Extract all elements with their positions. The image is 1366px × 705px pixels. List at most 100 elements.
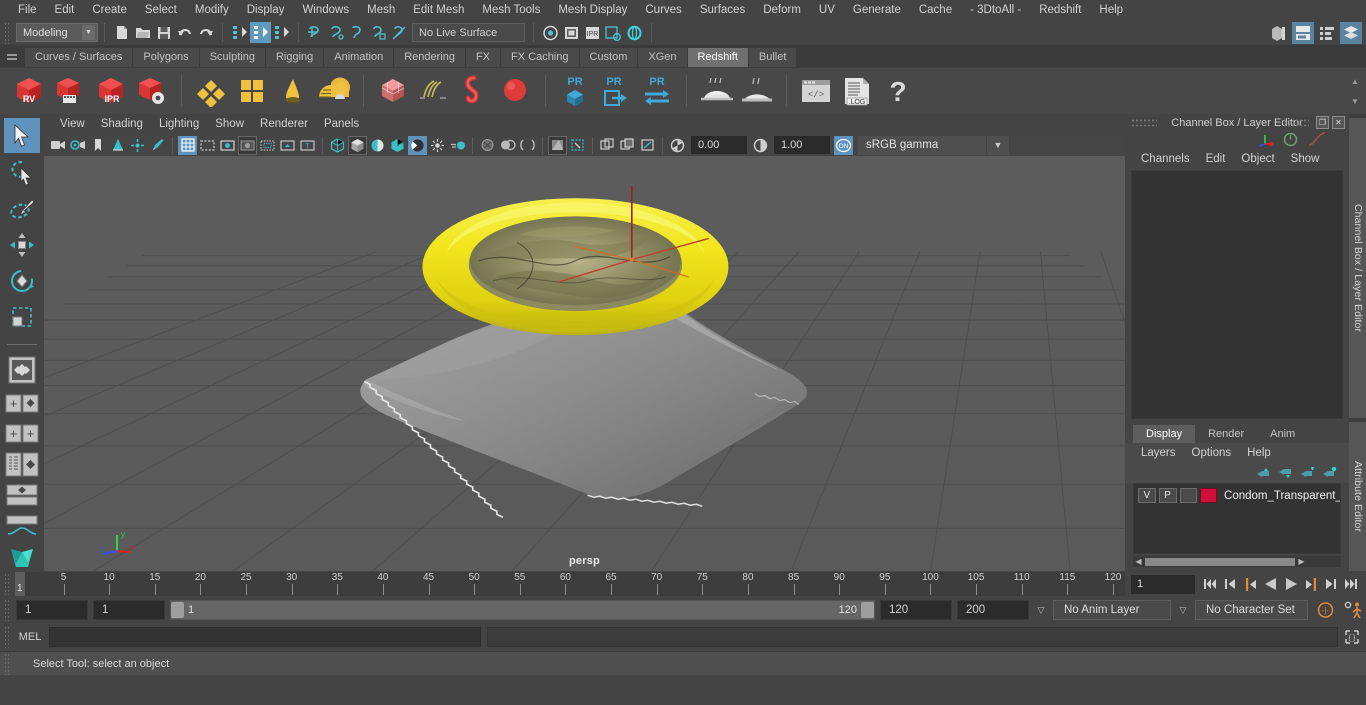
anim-layer-dropdown-arrow[interactable]: ▽: [1034, 605, 1048, 616]
rotate-tool-button[interactable]: [4, 264, 40, 299]
layout-single-perspective-button[interactable]: [4, 353, 40, 388]
shelf-tab-rigging[interactable]: Rigging: [265, 48, 325, 67]
snap-to-projected-center-icon[interactable]: [368, 22, 389, 43]
menu-mesh[interactable]: Mesh: [358, 0, 404, 20]
menu-cache[interactable]: Cache: [910, 0, 961, 20]
viewport-menu-renderer[interactable]: Renderer: [252, 114, 316, 134]
menu-mesh-display[interactable]: Mesh Display: [549, 0, 636, 20]
shelf-tab-curves-surfaces[interactable]: Curves / Surfaces: [25, 48, 134, 67]
restore-icon[interactable]: ❐: [1316, 116, 1329, 129]
render-settings-icon[interactable]: [603, 22, 624, 43]
bookmark-icon[interactable]: [88, 136, 107, 155]
status-line-grip[interactable]: [4, 21, 11, 44]
ipr-render-icon[interactable]: IPR: [582, 22, 603, 43]
gamma-icon[interactable]: [751, 136, 770, 155]
layer-menu-options[interactable]: Options: [1184, 447, 1240, 459]
range-start-field[interactable]: 1: [93, 600, 165, 620]
shelf-tab-polygons[interactable]: Polygons: [133, 48, 200, 67]
xray-joints-icon[interactable]: [568, 136, 587, 155]
grease-pencil-icon[interactable]: [148, 136, 167, 155]
scale-tool-button[interactable]: [4, 300, 40, 335]
menu-curves[interactable]: Curves: [636, 0, 690, 20]
film-gate-icon[interactable]: [198, 136, 217, 155]
select-tool-button[interactable]: [4, 118, 40, 154]
shelf-button-redshift-render-view[interactable]: RV: [10, 71, 48, 111]
shelf-button-redshift-material[interactable]: [192, 71, 230, 111]
layer-tab-anim[interactable]: Anim: [1257, 425, 1309, 443]
layer-tab-render[interactable]: Render: [1195, 425, 1258, 443]
shelf-tab-sculpting[interactable]: Sculpting: [199, 48, 266, 67]
menu-set-selector[interactable]: Modeling ▼: [16, 23, 98, 42]
field-chart-icon[interactable]: [258, 136, 277, 155]
grid-toggle-icon[interactable]: [178, 135, 197, 155]
viewport-menu-shading[interactable]: Shading: [93, 114, 151, 134]
viewport-menu-panels[interactable]: Panels: [316, 114, 367, 134]
lasso-select-tool-button[interactable]: [4, 154, 40, 189]
shelf-tab-xgen[interactable]: XGen: [638, 48, 688, 67]
select-by-component-icon[interactable]: [271, 22, 292, 43]
chevron-right-icon[interactable]: ▶: [1296, 557, 1307, 566]
channel-box-menu-object[interactable]: Object: [1233, 148, 1282, 170]
undo-icon[interactable]: [174, 22, 195, 43]
viewport-menu-view[interactable]: View: [52, 114, 93, 134]
color-management-selector[interactable]: sRGB gamma: [858, 135, 986, 155]
paint-select-tool-button[interactable]: [4, 191, 40, 226]
shelf-button-redshift-log[interactable]: .LOG: [838, 71, 876, 111]
move-layer-up-icon[interactable]: [1256, 467, 1271, 479]
show-hide-modeling-toolkit-icon[interactable]: [1268, 22, 1290, 44]
shelf-tab-animation[interactable]: Animation: [324, 48, 395, 67]
new-scene-icon[interactable]: [111, 22, 132, 43]
shelf-button-redshift-volume[interactable]: [456, 71, 494, 111]
shelf-button-redshift-dome-light[interactable]: [315, 71, 353, 111]
show-hide-attribute-editor-icon[interactable]: [1292, 21, 1314, 44]
step-forward-frame-button[interactable]: [1301, 574, 1320, 595]
shelf-tab-bullet[interactable]: Bullet: [748, 48, 798, 67]
image-plane-icon[interactable]: [108, 136, 127, 155]
layer-row[interactable]: V P Condom_Transparent_: [1134, 487, 1340, 504]
range-slider-grip[interactable]: [4, 599, 11, 621]
smooth-shade-all-icon[interactable]: [348, 135, 367, 155]
animation-start-field[interactable]: 1: [16, 600, 88, 620]
manipulator-icon[interactable]: [1257, 133, 1274, 147]
resolution-gate-icon[interactable]: [218, 136, 237, 155]
xray-icon[interactable]: [548, 135, 567, 155]
step-back-keyframe-button[interactable]: [1221, 574, 1240, 595]
auto-keyframe-icon[interactable]: -|-: [1313, 601, 1337, 619]
step-forward-keyframe-button[interactable]: [1321, 574, 1340, 595]
construction-history-icon[interactable]: [540, 22, 561, 43]
shelf-button-redshift-ipr[interactable]: IPR: [92, 71, 130, 111]
menu-help[interactable]: Help: [1090, 0, 1132, 20]
layer-type-toggle[interactable]: [1179, 488, 1198, 503]
channel-box-menu-channels[interactable]: Channels: [1133, 148, 1198, 170]
menu-deform[interactable]: Deform: [754, 0, 810, 20]
step-back-frame-button[interactable]: [1241, 574, 1260, 595]
viewport-menu-show[interactable]: Show: [207, 114, 252, 134]
chevron-left-icon[interactable]: ◀: [1133, 557, 1144, 566]
layer-visibility-toggle[interactable]: V: [1138, 488, 1156, 503]
go-to-end-button[interactable]: [1341, 574, 1360, 595]
script-editor-icon[interactable]: {}: [1341, 626, 1363, 648]
wireframe-icon[interactable]: [328, 136, 347, 155]
multisample-icon[interactable]: [478, 136, 497, 155]
camera-attributes-icon[interactable]: [68, 136, 87, 155]
shelf-button-redshift-bake-all[interactable]: [738, 71, 776, 111]
shelf-button-redshift-bake-set[interactable]: [697, 71, 735, 111]
layout-four-view-button[interactable]: +: [4, 389, 40, 419]
anim-layer-field[interactable]: No Anim Layer: [1053, 600, 1171, 620]
shelf-button-redshift-render-sequence[interactable]: [51, 71, 89, 111]
menu-file[interactable]: File: [9, 0, 46, 20]
status-bar-grip[interactable]: [4, 652, 11, 675]
shelf-button-redshift-render-settings[interactable]: [133, 71, 171, 111]
animation-preferences-icon[interactable]: [1342, 601, 1366, 619]
layer-menu-layers[interactable]: Layers: [1133, 447, 1184, 459]
layer-playback-toggle[interactable]: P: [1158, 488, 1177, 503]
show-hide-channel-box-icon[interactable]: [1340, 21, 1362, 44]
menu-display[interactable]: Display: [238, 0, 294, 20]
side-tab-channel-box[interactable]: Channel Box / Layer Editor: [1349, 118, 1366, 418]
redo-icon[interactable]: [195, 22, 216, 43]
create-layer-from-selected-icon[interactable]: [1322, 467, 1337, 479]
snap-to-grid-icon[interactable]: [305, 22, 326, 43]
snap-to-point-icon[interactable]: [347, 22, 368, 43]
duplicate-view-icon[interactable]: [618, 136, 637, 155]
menu-select[interactable]: Select: [136, 0, 186, 20]
